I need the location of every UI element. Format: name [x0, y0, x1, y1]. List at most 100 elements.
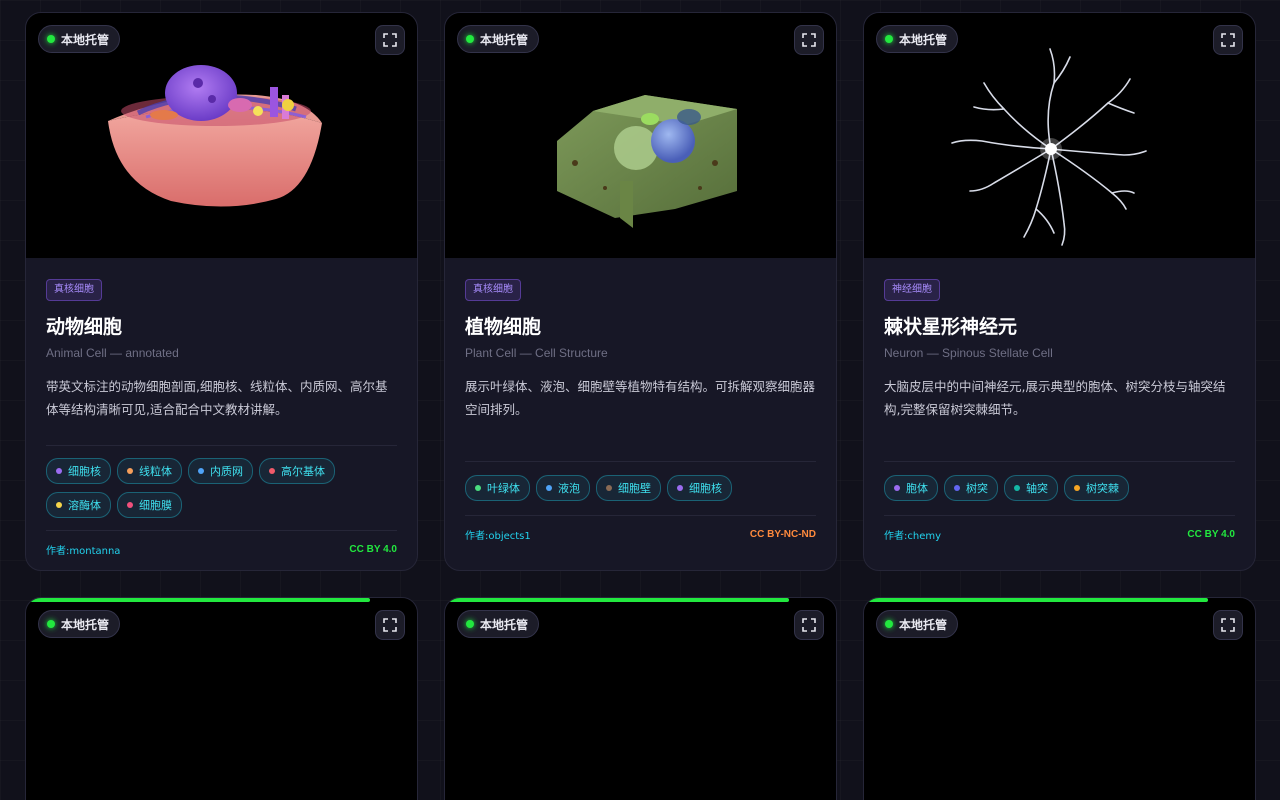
model-viewer[interactable]: 本地托管	[445, 598, 836, 800]
license-label: CC BY 4.0	[1187, 528, 1235, 540]
host-badge-label: 本地托管	[899, 617, 948, 632]
card-description: 展示叶绿体、液泡、细胞壁等植物特有结构。可拆解观察细胞器空间排列。	[465, 379, 816, 417]
host-badge: 本地托管	[457, 25, 540, 53]
author-link[interactable]: 作者:montanna	[46, 542, 120, 557]
model-card-loading[interactable]: 本地托管	[863, 597, 1256, 800]
expand-icon	[383, 33, 397, 47]
license-label: CC BY 4.0	[349, 543, 397, 555]
chip-label: 内质网	[210, 465, 243, 478]
structure-chip[interactable]: 轴突	[1004, 475, 1058, 501]
model-card-plant-cell[interactable]: 本地托管 真核细胞 植物细胞 Plant Cell — Cell Structu…	[444, 12, 837, 571]
structure-chip[interactable]: 内质网	[188, 458, 253, 484]
model-viewer[interactable]: 本地托管	[26, 13, 417, 258]
host-badge: 本地托管	[876, 25, 959, 53]
chip-dot-icon	[475, 485, 481, 491]
structure-chip[interactable]: 高尔基体	[259, 458, 335, 484]
chip-label: 液泡	[558, 482, 580, 495]
host-badge: 本地托管	[457, 610, 540, 638]
card-footer: 作者:objects1 CC BY-NC-ND	[465, 516, 816, 552]
structure-chip[interactable]: 叶绿体	[465, 475, 530, 501]
fullscreen-button[interactable]	[794, 25, 824, 55]
model-card-neuron[interactable]: 本地托管 神经细胞 棘状星形神经元 Neuron — Spinous Stell…	[863, 12, 1256, 571]
author-link[interactable]: 作者:chemy	[884, 527, 941, 542]
card-description: 带英文标注的动物细胞剖面,细胞核、线粒体、内质网、高尔基体等结构清晰可见,适合配…	[46, 379, 388, 417]
expand-icon	[1221, 33, 1235, 47]
model-viewer[interactable]: 本地托管	[26, 598, 417, 800]
chip-dot-icon	[546, 485, 552, 491]
chip-label: 树突	[966, 482, 988, 495]
card-description: 大脑皮层中的中间神经元,展示典型的胞体、树突分枝与轴突结构,完整保留树突棘细节。	[884, 379, 1226, 417]
host-badge: 本地托管	[38, 610, 121, 638]
structure-chip-list: 叶绿体 液泡 细胞壁 细胞核	[465, 462, 816, 515]
chip-label: 细胞膜	[139, 499, 172, 512]
category-tag: 真核细胞	[465, 279, 521, 301]
card-subtitle: Plant Cell — Cell Structure	[465, 346, 608, 360]
card-title: 棘状星形神经元	[884, 316, 1018, 338]
chip-label: 轴突	[1026, 482, 1048, 495]
chip-label: 胞体	[906, 482, 928, 495]
host-badge: 本地托管	[876, 610, 959, 638]
structure-chip[interactable]: 线粒体	[117, 458, 182, 484]
expand-icon	[802, 33, 816, 47]
card-subtitle: Animal Cell — annotated	[46, 346, 179, 360]
status-dot-icon	[885, 620, 893, 628]
chip-dot-icon	[1014, 485, 1020, 491]
host-badge-label: 本地托管	[480, 617, 529, 632]
chip-label: 线粒体	[139, 465, 172, 478]
fullscreen-button[interactable]	[1213, 610, 1243, 640]
structure-chip-list: 细胞核 线粒体 内质网 高尔基体 溶酶体 细胞膜	[46, 446, 397, 530]
model-card-loading[interactable]: 本地托管	[25, 597, 418, 800]
fullscreen-button[interactable]	[375, 25, 405, 55]
model-viewer[interactable]: 本地托管	[864, 13, 1255, 258]
chip-dot-icon	[1074, 485, 1080, 491]
card-title: 动物细胞	[46, 316, 123, 338]
host-badge-label: 本地托管	[899, 32, 948, 47]
structure-chip[interactable]: 液泡	[536, 475, 590, 501]
card-title: 植物细胞	[465, 316, 542, 338]
status-dot-icon	[47, 35, 55, 43]
chip-dot-icon	[606, 485, 612, 491]
loading-progress-bar	[445, 598, 790, 602]
chip-dot-icon	[56, 468, 62, 474]
model-viewer[interactable]: 本地托管	[445, 13, 836, 258]
card-subtitle: Neuron — Spinous Stellate Cell	[884, 346, 1053, 360]
status-dot-icon	[885, 35, 893, 43]
structure-chip[interactable]: 细胞膜	[117, 492, 182, 518]
card-footer: 作者:chemy CC BY 4.0	[884, 516, 1235, 552]
structure-chip[interactable]: 树突棘	[1064, 475, 1129, 501]
chip-dot-icon	[677, 485, 683, 491]
fullscreen-button[interactable]	[375, 610, 405, 640]
structure-chip[interactable]: 溶酶体	[46, 492, 111, 518]
chip-dot-icon	[894, 485, 900, 491]
structure-chip[interactable]: 细胞壁	[596, 475, 661, 501]
fullscreen-button[interactable]	[794, 610, 824, 640]
chip-dot-icon	[198, 468, 204, 474]
host-badge-label: 本地托管	[480, 32, 529, 47]
model-viewer[interactable]: 本地托管	[864, 598, 1255, 800]
structure-chip[interactable]: 细胞核	[667, 475, 732, 501]
structure-chip[interactable]: 细胞核	[46, 458, 111, 484]
expand-icon	[802, 618, 816, 632]
chip-label: 叶绿体	[487, 482, 520, 495]
model-card-loading[interactable]: 本地托管	[444, 597, 837, 800]
author-link[interactable]: 作者:objects1	[465, 527, 531, 542]
loading-progress-bar	[26, 598, 371, 602]
structure-chip[interactable]: 胞体	[884, 475, 938, 501]
host-badge: 本地托管	[38, 25, 121, 53]
loading-progress-bar	[864, 598, 1209, 602]
chip-label: 细胞壁	[618, 482, 651, 495]
chip-label: 树突棘	[1086, 482, 1119, 495]
model-card-grid: 本地托管 真核细胞 动物细胞 Animal Cell — annotated 带…	[25, 12, 1256, 800]
chip-dot-icon	[56, 502, 62, 508]
host-badge-label: 本地托管	[61, 32, 110, 47]
chip-dot-icon	[269, 468, 275, 474]
structure-chip[interactable]: 树突	[944, 475, 998, 501]
license-label: CC BY-NC-ND	[749, 528, 816, 540]
chip-dot-icon	[127, 468, 133, 474]
category-tag: 真核细胞	[46, 279, 102, 301]
card-footer: 作者:montanna CC BY 4.0	[46, 531, 397, 567]
status-dot-icon	[466, 620, 474, 628]
category-tag: 神经细胞	[884, 279, 940, 301]
model-card-animal-cell[interactable]: 本地托管 真核细胞 动物细胞 Animal Cell — annotated 带…	[25, 12, 418, 571]
fullscreen-button[interactable]	[1213, 25, 1243, 55]
